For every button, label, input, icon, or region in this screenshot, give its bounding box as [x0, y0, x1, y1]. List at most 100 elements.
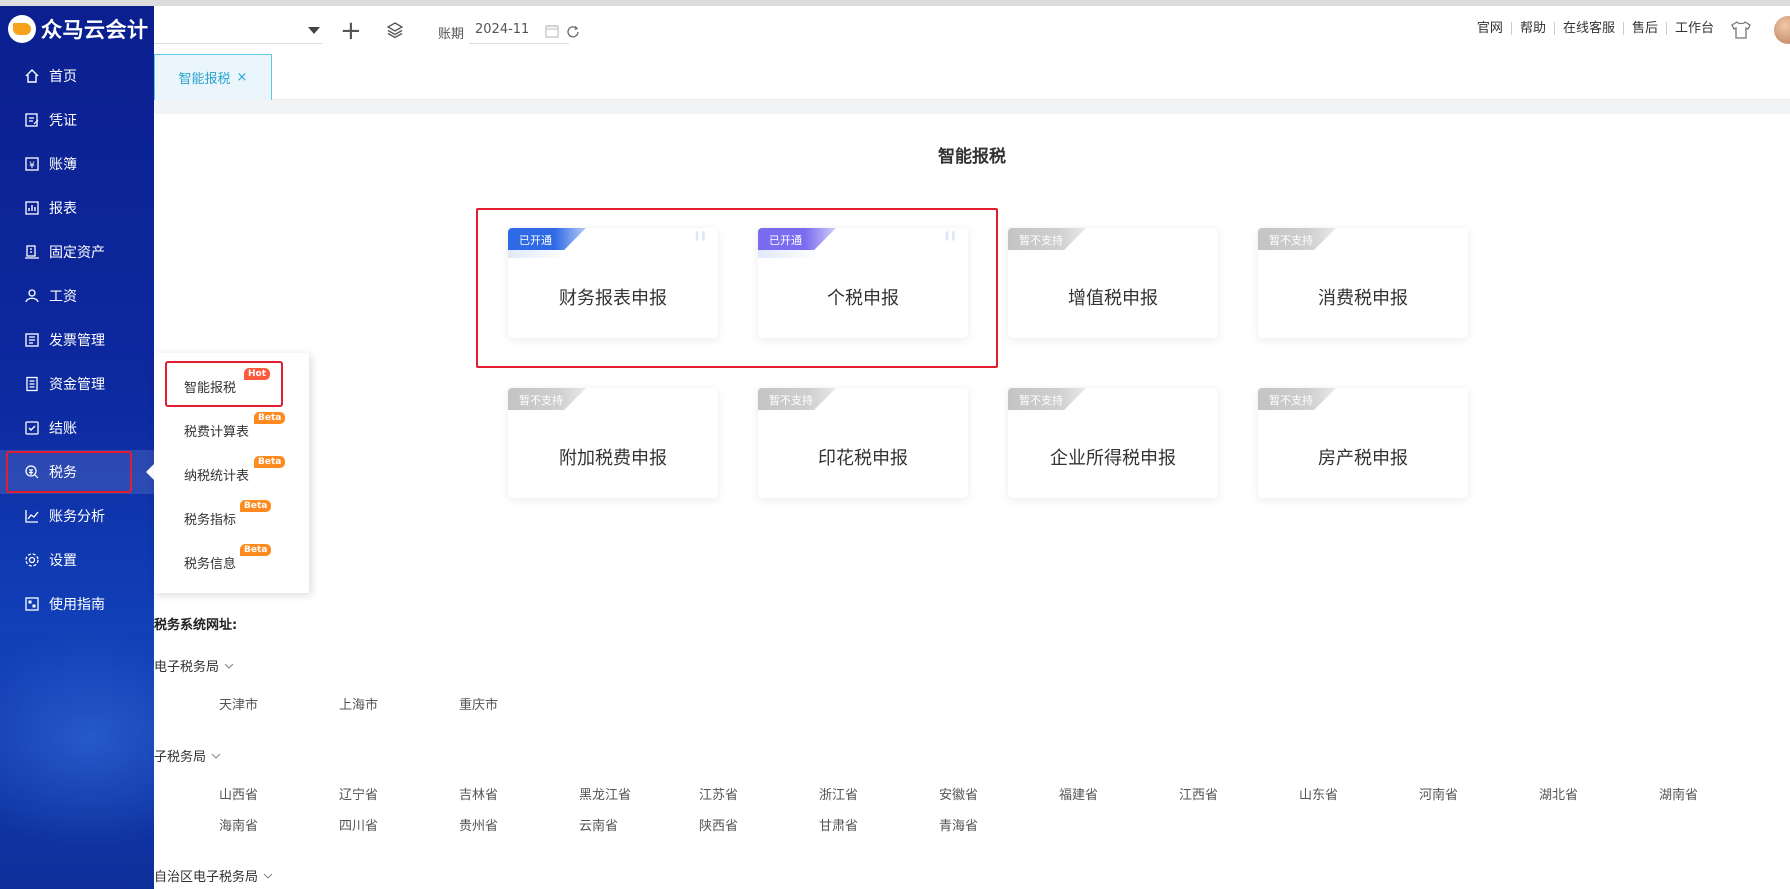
site-link[interactable]: 江西省: [1179, 784, 1218, 803]
salary-icon: [24, 288, 40, 304]
card-vat[interactable]: 暂不支持 增值税申报: [1008, 228, 1218, 338]
sidebar-item-funds[interactable]: 资金管理: [0, 362, 154, 406]
tab-label: 智能报税: [178, 72, 231, 87]
site-link[interactable]: 四川省: [339, 815, 378, 834]
highlight-box: [6, 451, 132, 493]
status-badge: 暂不支持: [1008, 228, 1086, 250]
brand[interactable]: 众马云会计: [0, 6, 154, 52]
card-consumption-tax[interactable]: 暂不支持 消费税申报: [1258, 228, 1468, 338]
submenu-item-tax-indicators[interactable]: 税务指标 Beta: [184, 500, 272, 528]
page-title: 智能报税: [938, 147, 1006, 167]
tab-smart-tax[interactable]: 智能报税 ×: [154, 54, 272, 100]
sidebar-item-voucher[interactable]: 凭证: [0, 98, 154, 142]
site-link[interactable]: 浙江省: [819, 784, 858, 803]
sidebar-item-fixed-assets[interactable]: 固定资产: [0, 230, 154, 274]
card-stamp-tax[interactable]: 暂不支持 印花税申报: [758, 388, 968, 498]
hot-badge: Hot: [244, 368, 271, 380]
voucher-icon: [24, 112, 40, 128]
card-financial-report[interactable]: 已开通 " 财务报表申报: [508, 228, 718, 338]
sidebar-item-report[interactable]: 报表: [0, 186, 154, 230]
submenu-item-label: 智能报税: [184, 381, 237, 396]
close-icon[interactable]: ×: [237, 70, 248, 85]
site-link[interactable]: 河南省: [1419, 784, 1458, 803]
closing-icon: [24, 420, 40, 436]
ledger-icon: ¥: [24, 156, 40, 172]
site-link[interactable]: 湖北省: [1539, 784, 1578, 803]
site-link[interactable]: 重庆市: [459, 694, 498, 713]
site-link[interactable]: 海南省: [219, 815, 258, 834]
guide-icon: [24, 596, 40, 612]
card-property-tax[interactable]: 暂不支持 房产税申报: [1258, 388, 1468, 498]
sidebar-item-guide[interactable]: 使用指南: [0, 582, 154, 626]
region-header[interactable]: 电子税务局: [154, 656, 234, 675]
refresh-icon[interactable]: [566, 24, 580, 38]
card-corporate-income-tax[interactable]: 暂不支持 企业所得税申报: [1008, 388, 1218, 498]
site-link[interactable]: 云南省: [579, 815, 618, 834]
status-badge: 暂不支持: [1008, 388, 1086, 410]
submenu-item-tax-info[interactable]: 税务信息 Beta: [184, 544, 272, 572]
sidebar-item-ledger[interactable]: ¥ 账簿: [0, 142, 154, 186]
region-header[interactable]: 自治区电子税务局: [154, 866, 273, 885]
submenu-item-smart-tax[interactable]: 智能报税 Hot: [184, 368, 271, 396]
site-link[interactable]: 天津市: [219, 694, 258, 713]
link-online-support[interactable]: 在线客服: [1555, 22, 1624, 35]
card-label: 消费税申报: [1318, 288, 1408, 309]
card-label: 增值税申报: [1068, 288, 1158, 309]
chevron-down-icon: [308, 27, 320, 34]
skin-tshirt-icon[interactable]: [1730, 20, 1752, 40]
sidebar-item-tax[interactable]: 税务: [0, 450, 154, 494]
sidebar-item-analysis[interactable]: 账务分析: [0, 494, 154, 538]
site-link[interactable]: 辽宁省: [339, 784, 378, 803]
site-link[interactable]: 上海市: [339, 694, 378, 713]
sidebar-item-closing[interactable]: 结账: [0, 406, 154, 450]
status-badge: 暂不支持: [1258, 388, 1336, 410]
analysis-icon: [24, 508, 40, 524]
region-header[interactable]: 子税务局: [154, 746, 221, 765]
sidebar-item-label: 首页: [49, 69, 77, 85]
site-link[interactable]: 青海省: [939, 815, 978, 834]
site-link[interactable]: 黑龙江省: [579, 784, 631, 803]
sidebar-item-settings[interactable]: 设置: [0, 538, 154, 582]
fund-icon: [24, 376, 40, 392]
account-set-select[interactable]: [154, 20, 322, 44]
sidebar-item-label: 设置: [49, 553, 77, 569]
link-official-site[interactable]: 官网: [1469, 22, 1512, 35]
site-link[interactable]: 陕西省: [699, 815, 738, 834]
site-link[interactable]: 湖南省: [1659, 784, 1698, 803]
status-badge: 暂不支持: [508, 388, 586, 410]
site-link[interactable]: 甘肃省: [819, 815, 858, 834]
beta-badge: Beta: [254, 456, 286, 468]
submenu-item-tax-stats[interactable]: 纳税统计表 Beta: [184, 456, 286, 484]
site-link[interactable]: 福建省: [1059, 784, 1098, 803]
link-help[interactable]: 帮助: [1512, 22, 1555, 35]
site-link[interactable]: 贵州省: [459, 815, 498, 834]
user-avatar[interactable]: [1774, 16, 1790, 44]
card-label: 附加税费申报: [559, 448, 667, 469]
sidebar-item-label: 账簿: [49, 157, 77, 173]
svg-text:¥: ¥: [29, 161, 35, 171]
card-additional-tax[interactable]: 暂不支持 附加税费申报: [508, 388, 718, 498]
site-link[interactable]: 山东省: [1299, 784, 1338, 803]
site-link[interactable]: 江苏省: [699, 784, 738, 803]
site-link[interactable]: 山西省: [219, 784, 258, 803]
sidebar-item-salary[interactable]: 工资: [0, 274, 154, 318]
card-label: 印花税申报: [818, 448, 908, 469]
period-picker[interactable]: 2024-11: [469, 18, 569, 44]
submenu-item-tax-calc[interactable]: 税费计算表 Beta: [184, 412, 286, 440]
card-label: 房产税申报: [1318, 448, 1408, 469]
layers-icon[interactable]: [386, 21, 404, 39]
link-after-sales[interactable]: 售后: [1624, 22, 1667, 35]
submenu-item-label: 税务指标: [184, 513, 237, 528]
period-value: 2024-11: [475, 22, 530, 37]
site-link[interactable]: 安徽省: [939, 784, 978, 803]
sidebar-item-label: 结账: [49, 421, 77, 437]
link-workbench[interactable]: 工作台: [1667, 22, 1722, 35]
sidebar-item-home[interactable]: 首页: [0, 54, 154, 98]
site-link[interactable]: 吉林省: [459, 784, 498, 803]
sidebar-item-invoice[interactable]: 发票管理: [0, 318, 154, 362]
tab-bar: 智能报税 ×: [154, 54, 1790, 100]
top-header: + 账期 2024-11 官网 帮助 在线客服 售后 工作台: [154, 6, 1790, 54]
quote-mark-icon: ": [692, 228, 708, 265]
add-icon[interactable]: +: [340, 18, 362, 44]
card-individual-tax[interactable]: 已开通 " 个税申报: [758, 228, 968, 338]
